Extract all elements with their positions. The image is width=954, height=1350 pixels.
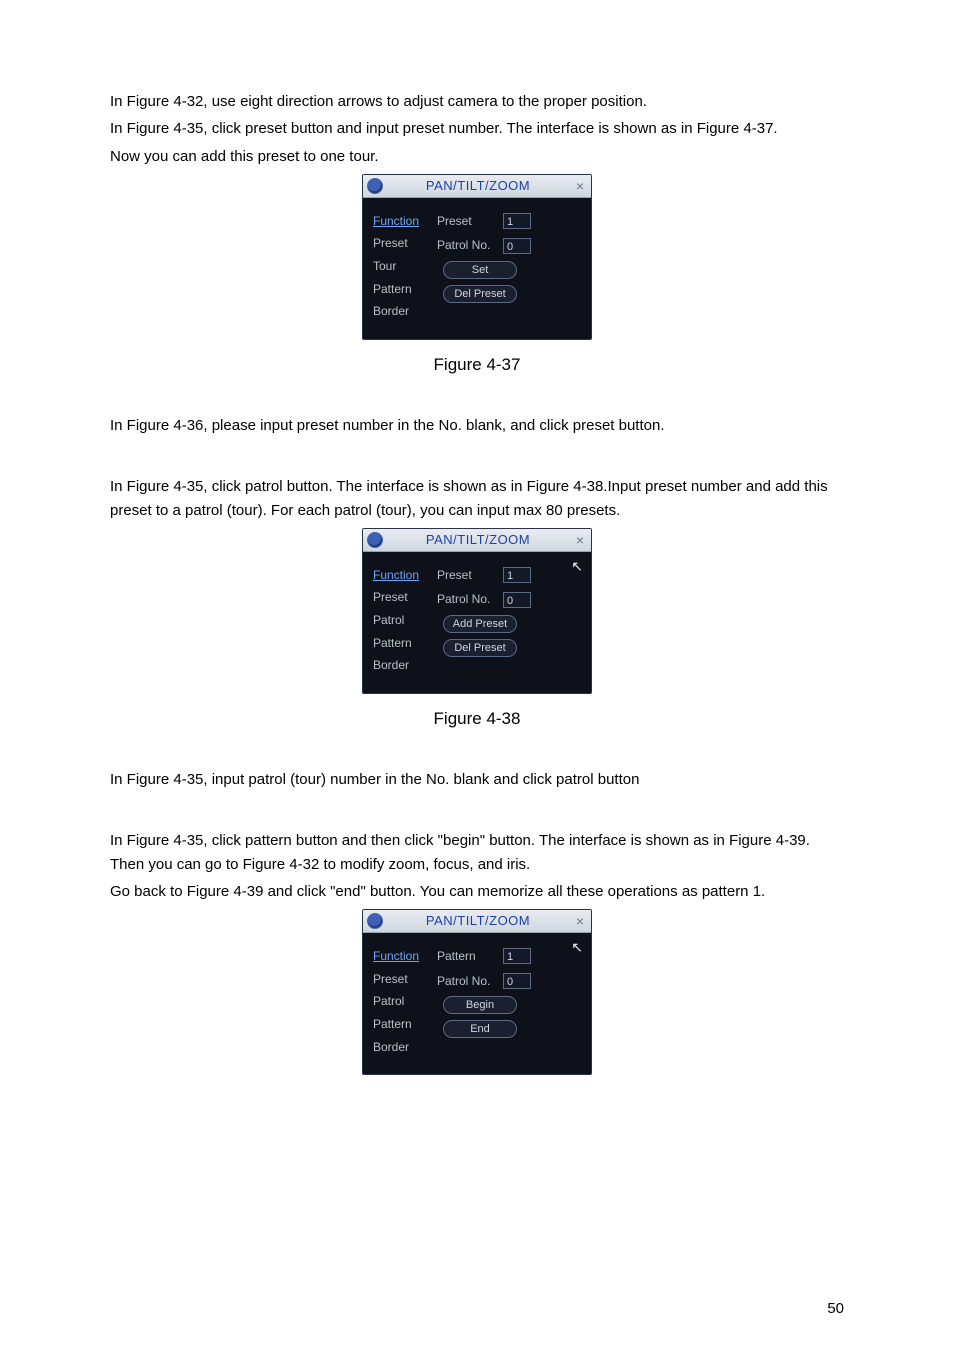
app-icon: [367, 532, 383, 548]
ptz-dialog-39: PAN/TILT/ZOOM × ↖ Function Preset Patrol…: [362, 909, 592, 1075]
preset-input[interactable]: 1: [503, 213, 531, 229]
patrol-no-label: Patrol No.: [437, 590, 497, 609]
ptz-dialog-37: PAN/TILT/ZOOM × Function Preset Tour Pat…: [362, 174, 592, 340]
del-preset-button[interactable]: Del Preset: [443, 285, 517, 303]
menu-item-preset[interactable]: Preset: [373, 234, 437, 253]
body-text: In Figure 4-32, use eight direction arro…: [110, 90, 844, 113]
menu-item-patrol[interactable]: Patrol: [373, 992, 437, 1011]
set-button[interactable]: Set: [443, 261, 517, 279]
body-text: Go back to Figure 4-39 and click "end" b…: [110, 880, 844, 903]
menu-item-function[interactable]: Function: [373, 212, 437, 231]
del-preset-button[interactable]: Del Preset: [443, 639, 517, 657]
menu-item-preset[interactable]: Preset: [373, 970, 437, 989]
dialog-titlebar: PAN/TILT/ZOOM ×: [363, 175, 591, 198]
page-number: 50: [827, 1297, 844, 1320]
patrol-no-label: Patrol No.: [437, 236, 497, 255]
patrol-no-label: Patrol No.: [437, 972, 497, 991]
menu-item-function[interactable]: Function: [373, 947, 437, 966]
figure-caption-37: Figure 4-37: [110, 352, 844, 378]
patrol-no-input[interactable]: 0: [503, 592, 531, 608]
close-icon[interactable]: ×: [573, 533, 587, 547]
add-preset-button[interactable]: Add Preset: [443, 615, 517, 633]
preset-input[interactable]: 1: [503, 567, 531, 583]
dialog-titlebar: PAN/TILT/ZOOM ×: [363, 910, 591, 933]
app-icon: [367, 178, 383, 194]
patrol-no-input[interactable]: 0: [503, 238, 531, 254]
menu-item-pattern[interactable]: Pattern: [373, 1015, 437, 1034]
body-text: In Figure 4-35, click pattern button and…: [110, 829, 844, 876]
body-text: In Figure 4-36, please input preset numb…: [110, 414, 844, 437]
ptz-dialog-38: PAN/TILT/ZOOM × ↖ Function Preset Patrol…: [362, 528, 592, 694]
menu-item-border[interactable]: Border: [373, 1038, 437, 1057]
begin-button[interactable]: Begin: [443, 996, 517, 1014]
preset-label: Preset: [437, 566, 497, 585]
body-text: Now you can add this preset to one tour.: [110, 145, 844, 168]
function-menu: Function Preset Patrol Pattern Border: [373, 566, 437, 675]
close-icon[interactable]: ×: [573, 914, 587, 928]
dialog-title: PAN/TILT/ZOOM: [383, 176, 573, 196]
end-button[interactable]: End: [443, 1020, 517, 1038]
figure-caption-38: Figure 4-38: [110, 706, 844, 732]
pattern-label: Pattern: [437, 947, 497, 966]
menu-item-border[interactable]: Border: [373, 656, 437, 675]
patrol-no-input[interactable]: 0: [503, 973, 531, 989]
menu-item-preset[interactable]: Preset: [373, 588, 437, 607]
function-menu: Function Preset Tour Pattern Border: [373, 212, 437, 321]
menu-item-pattern[interactable]: Pattern: [373, 634, 437, 653]
dialog-titlebar: PAN/TILT/ZOOM ×: [363, 529, 591, 552]
dialog-title: PAN/TILT/ZOOM: [383, 911, 573, 931]
body-text: In Figure 4-35, click preset button and …: [110, 117, 844, 140]
body-text: In Figure 4-35, click patrol button. The…: [110, 475, 844, 522]
menu-item-border[interactable]: Border: [373, 302, 437, 321]
preset-label: Preset: [437, 212, 497, 231]
pattern-input[interactable]: 1: [503, 948, 531, 964]
menu-item-patrol[interactable]: Patrol: [373, 611, 437, 630]
dialog-title: PAN/TILT/ZOOM: [383, 530, 573, 550]
close-icon[interactable]: ×: [573, 179, 587, 193]
menu-item-pattern[interactable]: Pattern: [373, 280, 437, 299]
app-icon: [367, 913, 383, 929]
menu-item-tour[interactable]: Tour: [373, 257, 437, 276]
body-text: In Figure 4-35, input patrol (tour) numb…: [110, 768, 844, 791]
function-menu: Function Preset Patrol Pattern Border: [373, 947, 437, 1056]
menu-item-function[interactable]: Function: [373, 566, 437, 585]
